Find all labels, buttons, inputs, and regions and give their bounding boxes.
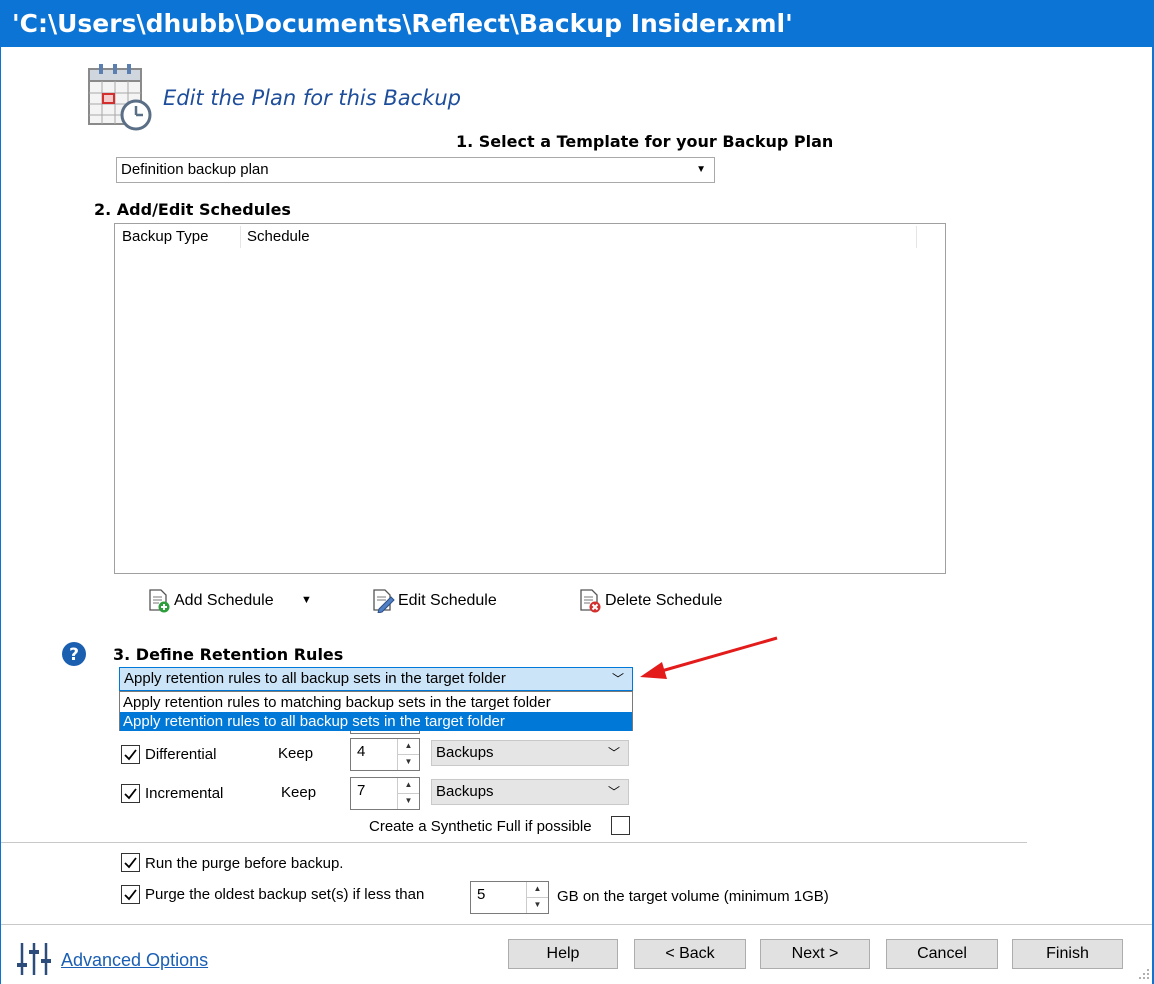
purge-oldest-checkbox[interactable]	[121, 885, 140, 904]
edit-schedule-button[interactable]: Edit Schedule	[398, 592, 497, 610]
purge-gb-stepper[interactable]: 5 ▲ ▼	[470, 881, 549, 914]
advanced-options-link[interactable]: Advanced Options	[61, 950, 208, 971]
template-select[interactable]: Definition backup plan ▼	[116, 157, 715, 183]
retention-scope-value: Apply retention rules to all backup sets…	[124, 670, 506, 687]
retention-option-all[interactable]: Apply retention rules to all backup sets…	[120, 712, 632, 731]
svg-text:?: ?	[69, 645, 79, 665]
chevron-down-icon: ﹀	[607, 785, 620, 799]
differential-label: Differential	[145, 746, 217, 763]
cancel-button[interactable]: Cancel	[886, 939, 998, 969]
incremental-keep-value: 7	[357, 782, 366, 799]
column-header-backup-type[interactable]: Backup Type	[115, 224, 240, 250]
differential-keep-value: 4	[357, 743, 366, 760]
window-frame-left	[0, 47, 1, 984]
annotation-arrow-icon	[636, 632, 781, 682]
synthetic-full-label: Create a Synthetic Full if possible	[369, 818, 592, 835]
calendar-clock-icon	[86, 63, 156, 131]
template-select-value: Definition backup plan	[121, 161, 269, 178]
retention-heading: 3. Define Retention Rules	[113, 645, 344, 664]
arrow-up-icon[interactable]: ▲	[398, 778, 419, 794]
back-button[interactable]: < Back	[634, 939, 746, 969]
add-schedule-dropdown[interactable]: ▼	[301, 594, 312, 606]
retention-option-matching[interactable]: Apply retention rules to matching backup…	[120, 693, 632, 712]
window-title: 'C:\Users\dhubb\Documents\Reflect\Backup…	[0, 0, 1154, 47]
column-header-schedule[interactable]: Schedule	[240, 224, 915, 250]
incremental-checkbox[interactable]	[121, 784, 140, 803]
schedule-list-header: Backup Type Schedule	[115, 224, 945, 250]
incremental-keep-label: Keep	[281, 784, 317, 801]
differential-keep-label: Keep	[278, 745, 314, 762]
resize-grip-icon[interactable]	[1136, 966, 1150, 980]
arrow-down-icon[interactable]: ▼	[527, 898, 548, 914]
edit-schedule-icon	[371, 589, 395, 614]
incremental-unit-select[interactable]: Backups ﹀	[431, 779, 629, 805]
chevron-down-icon: ﹀	[607, 746, 620, 760]
delete-schedule-button[interactable]: Delete Schedule	[605, 592, 722, 610]
incremental-label: Incremental	[145, 785, 224, 802]
arrow-up-icon[interactable]: ▲	[527, 882, 548, 898]
sliders-icon[interactable]	[16, 941, 52, 977]
next-button[interactable]: Next >	[760, 939, 870, 969]
arrow-up-icon[interactable]: ▲	[398, 739, 419, 755]
add-schedule-button[interactable]: Add Schedule	[174, 592, 274, 610]
hidden-full-keep-stepper	[350, 731, 420, 734]
differential-unit-value: Backups	[436, 744, 494, 761]
run-purge-label: Run the purge before backup.	[145, 855, 344, 872]
differential-keep-stepper[interactable]: 4 ▲ ▼	[350, 738, 420, 771]
finish-button[interactable]: Finish	[1012, 939, 1123, 969]
add-schedule-icon	[147, 589, 171, 613]
differential-checkbox[interactable]	[121, 745, 140, 764]
synthetic-full-checkbox[interactable]	[611, 816, 630, 835]
schedules-heading: 2. Add/Edit Schedules	[94, 200, 291, 219]
retention-scope-dropdown-list[interactable]: Apply retention rules to matching backup…	[119, 691, 633, 731]
differential-unit-select[interactable]: Backups ﹀	[431, 740, 629, 766]
schedule-list[interactable]: Backup Type Schedule	[114, 223, 946, 574]
delete-schedule-icon	[578, 589, 602, 613]
purge-gb-value: 5	[477, 886, 486, 903]
template-heading: 1. Select a Template for your Backup Pla…	[456, 132, 834, 151]
footer-divider	[1, 924, 1152, 925]
retention-scope-select[interactable]: Apply retention rules to all backup sets…	[119, 667, 633, 691]
help-button[interactable]: Help	[508, 939, 618, 969]
incremental-unit-value: Backups	[436, 783, 494, 800]
incremental-keep-stepper[interactable]: 7 ▲ ▼	[350, 777, 420, 810]
help-icon[interactable]: ?	[61, 641, 87, 667]
purge-oldest-label: Purge the oldest backup set(s) if less t…	[145, 886, 425, 903]
chevron-down-icon: ﹀	[611, 672, 624, 686]
arrow-down-icon[interactable]: ▼	[398, 755, 419, 771]
chevron-down-icon: ▼	[696, 164, 706, 175]
page-title: Edit the Plan for this Backup	[163, 86, 461, 110]
run-purge-checkbox[interactable]	[121, 853, 140, 872]
arrow-down-icon[interactable]: ▼	[398, 794, 419, 810]
purge-gb-suffix: GB on the target volume (minimum 1GB)	[557, 888, 829, 905]
section-divider	[1, 842, 1027, 843]
